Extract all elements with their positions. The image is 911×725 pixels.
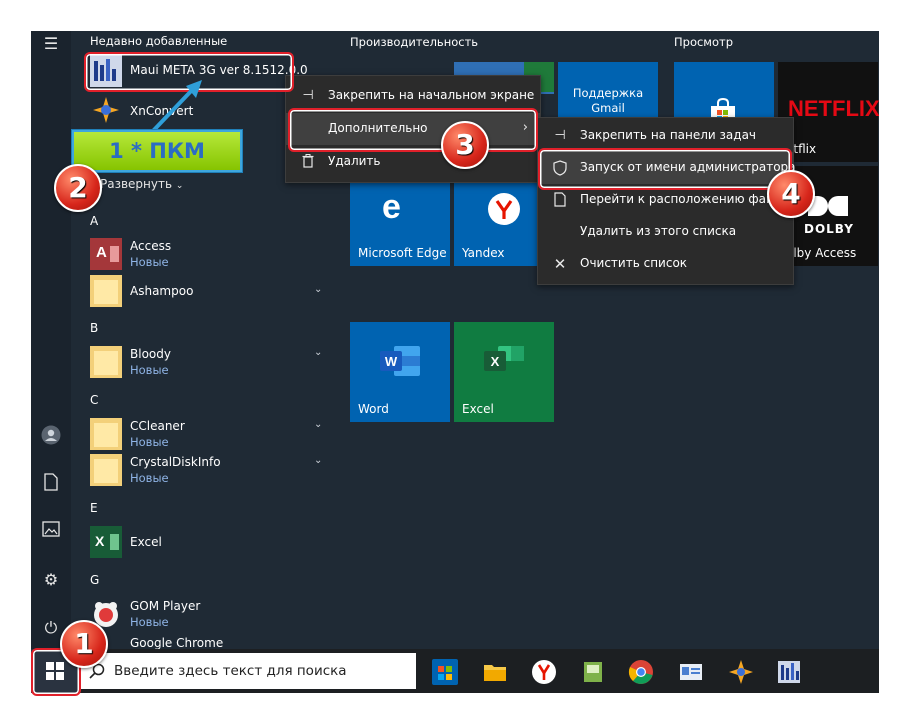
- uninstall-label: Удалить: [328, 154, 381, 168]
- pictures-icon[interactable]: [40, 521, 62, 543]
- taskbar-search-box[interactable]: Введите здесь текст для поиска: [79, 653, 416, 689]
- taskbar-yandex-icon[interactable]: [531, 659, 557, 685]
- folder-icon: [90, 418, 122, 450]
- settings-gear-icon[interactable]: ⚙: [40, 569, 62, 591]
- pin-start-label: Закрепить на начальном экране: [328, 88, 535, 102]
- app-item-bloody[interactable]: Bloody Новые ⌄: [87, 345, 327, 379]
- svg-text:W: W: [385, 354, 398, 369]
- netflix-logo: NETFLIX: [788, 96, 879, 121]
- menu-item-remove-from-list[interactable]: Удалить из этого списка: [538, 216, 793, 248]
- chevron-down-icon[interactable]: ⌄: [314, 455, 322, 466]
- edge-icon: e: [382, 188, 401, 226]
- access-app-icon: A: [90, 238, 122, 270]
- menu-item-clear-list[interactable]: ✕ Очистить список: [538, 248, 793, 280]
- search-placeholder: Введите здесь текст для поиска: [114, 663, 347, 679]
- chevron-down-icon: ⌄: [175, 181, 184, 191]
- taskbar-file-explorer-icon[interactable]: [482, 659, 508, 685]
- access-new-badge: Новые: [130, 255, 169, 269]
- taskbar-chrome-icon[interactable]: [628, 659, 654, 685]
- bloody-new-badge: Новые: [130, 363, 169, 377]
- hamburger-menu-icon[interactable]: ☰: [40, 33, 62, 55]
- context-submenu: ⊣ Закрепить на панели задач Запуск от им…: [537, 117, 796, 285]
- letter-header-c: C: [90, 393, 99, 407]
- yandex-icon: [488, 193, 520, 225]
- crystaldiskinfo-new-badge: Новые: [130, 471, 169, 485]
- chevron-down-icon[interactable]: ⌄: [314, 284, 322, 295]
- gom-player-new-badge: Новые: [130, 615, 169, 629]
- word-tile-label: Word: [358, 402, 389, 416]
- ashampoo-label: Ashampoo: [130, 284, 194, 298]
- app-item-ashampoo[interactable]: Ashampoo ⌄: [87, 274, 327, 308]
- gmail-tile-label: Поддержка Gmail: [572, 86, 644, 115]
- letter-header-a: A: [90, 214, 99, 228]
- taskbar-store-icon[interactable]: [432, 659, 458, 685]
- letter-header-b: B: [90, 321, 99, 335]
- google-chrome-label: Google Chrome: [130, 636, 224, 649]
- user-avatar-icon[interactable]: [40, 425, 62, 447]
- word-icon: W: [380, 346, 420, 376]
- taskbar-maui-icon[interactable]: [776, 659, 802, 685]
- taskbar-xnconvert-icon[interactable]: [728, 659, 754, 685]
- excel-app-icon: X: [90, 526, 122, 558]
- app-item-excel[interactable]: X Excel: [87, 525, 327, 559]
- taskbar-app-icon[interactable]: [580, 659, 606, 685]
- tile-word[interactable]: W Word: [350, 322, 450, 422]
- clear-list-label: Очистить список: [580, 256, 688, 270]
- ccleaner-new-badge: Новые: [130, 435, 169, 449]
- trash-icon: [300, 154, 316, 170]
- pin-icon: ⊣: [554, 128, 566, 143]
- step-badge-3: 3: [441, 121, 489, 169]
- pin-icon: ⊣: [302, 88, 314, 103]
- taskbar: Введите здесь текст для поиска: [31, 649, 879, 693]
- remove-list-label: Удалить из этого списка: [580, 224, 737, 238]
- recent-header: Недавно добавленные: [90, 34, 228, 48]
- chevron-down-icon[interactable]: ⌄: [314, 347, 322, 358]
- app-item-crystaldiskinfo[interactable]: CrystalDiskInfo Новые ⌄: [87, 453, 327, 487]
- step-badge-2: 2: [54, 164, 102, 212]
- tile-excel[interactable]: X Excel: [454, 322, 554, 422]
- step-badge-4: 4: [767, 170, 815, 218]
- close-icon: ✕: [553, 255, 567, 273]
- app-item-google-chrome[interactable]: Google Chrome: [87, 635, 327, 649]
- pin-taskbar-label: Закрепить на панели задач: [580, 128, 757, 142]
- gom-player-label: GOM Player: [130, 599, 201, 613]
- dolby-tile-label: olby Access: [786, 246, 857, 260]
- folder-icon: [90, 275, 122, 307]
- yandex-tile-label: Yandex: [462, 246, 505, 260]
- svg-text:X: X: [491, 354, 500, 369]
- start-left-rail: ☰ ⚙ ⏻: [31, 31, 71, 693]
- access-label: Access: [130, 239, 172, 253]
- excel-tile-label: Excel: [462, 402, 494, 416]
- expand-label: Развернуть: [100, 177, 173, 191]
- app-item-ccleaner[interactable]: CCleaner Новые ⌄: [87, 417, 327, 451]
- excel-label: Excel: [130, 535, 162, 549]
- bloody-label: Bloody: [130, 347, 171, 361]
- productivity-header: Производительность: [350, 35, 479, 49]
- folder-icon: [90, 346, 122, 378]
- ccleaner-label: CCleaner: [130, 419, 185, 433]
- letter-header-e: E: [90, 501, 98, 515]
- callout-arrow-icon: [150, 80, 202, 134]
- file-icon: [552, 192, 568, 208]
- edge-tile-label: Microsoft Edge: [358, 246, 447, 260]
- app-item-gom-player[interactable]: GOM Player Новые: [87, 597, 327, 631]
- open-location-label: Перейти к расположению файла: [580, 192, 789, 206]
- folder-icon: [90, 454, 122, 486]
- xnconvert-app-icon: [90, 94, 122, 126]
- chevron-down-icon[interactable]: ⌄: [314, 419, 322, 430]
- expand-link[interactable]: Развернуть ⌄: [100, 177, 183, 191]
- browse-header: Просмотр: [674, 35, 734, 49]
- taskbar-contact-icon[interactable]: [678, 659, 704, 685]
- highlight-more-item: [288, 108, 538, 152]
- app-item-access[interactable]: A Access Новые: [87, 237, 327, 271]
- step-badge-1: 1: [60, 620, 108, 668]
- crystaldiskinfo-label: CrystalDiskInfo: [130, 455, 221, 469]
- callout-right-click: 1 * ПКМ: [72, 130, 242, 172]
- documents-icon[interactable]: [40, 473, 62, 495]
- dolby-logo: DOLBY: [804, 222, 854, 236]
- highlight-run-admin-item: [538, 148, 792, 190]
- letter-header-g: G: [90, 573, 100, 587]
- power-icon[interactable]: ⏻: [40, 617, 62, 639]
- excel-tile-icon: X: [484, 346, 524, 376]
